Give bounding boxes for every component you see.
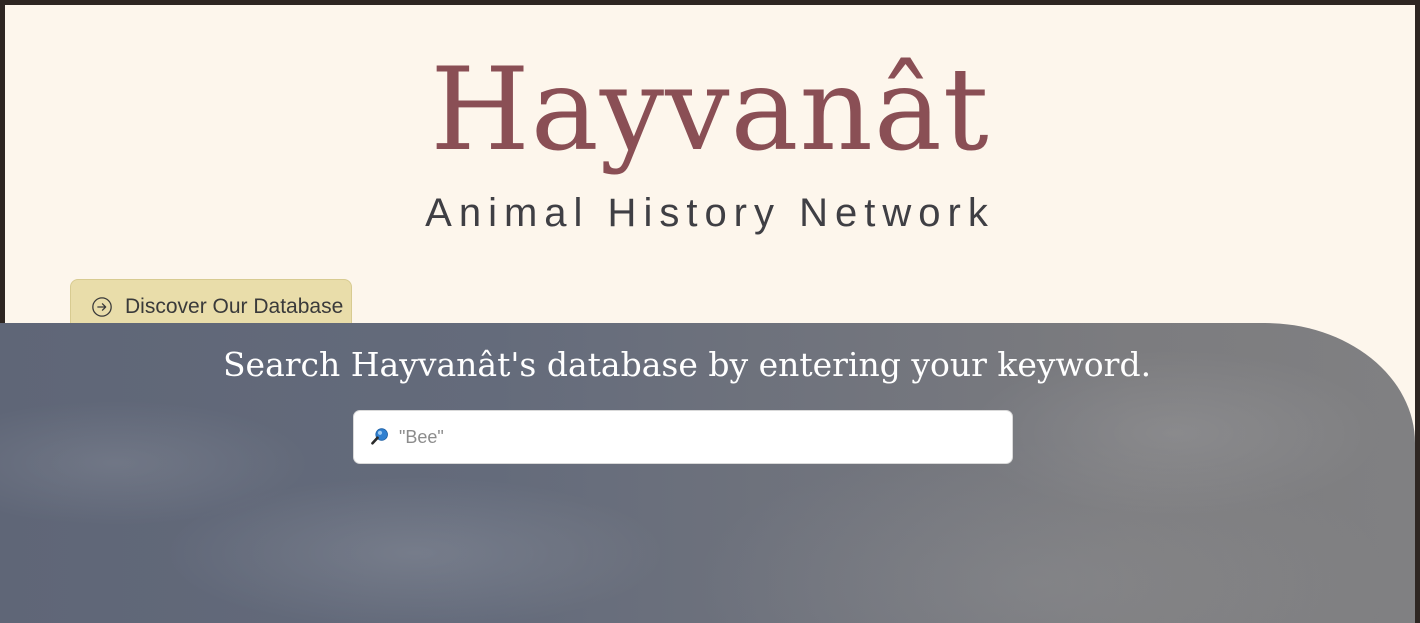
- site-logo-title: Hayvanât: [430, 43, 990, 176]
- search-hero-section: Search Hayvanât's database by entering y…: [0, 323, 1415, 623]
- search-heading: Search Hayvanât's database by entering y…: [222, 345, 1152, 384]
- arrow-right-circle-icon: [92, 297, 112, 317]
- search-icon: [371, 428, 388, 445]
- search-input[interactable]: [397, 416, 1012, 458]
- site-logo-subtitle: Animal History Network: [425, 191, 995, 235]
- discover-database-label: Discover Our Database: [125, 295, 344, 318]
- search-box[interactable]: [353, 410, 1013, 464]
